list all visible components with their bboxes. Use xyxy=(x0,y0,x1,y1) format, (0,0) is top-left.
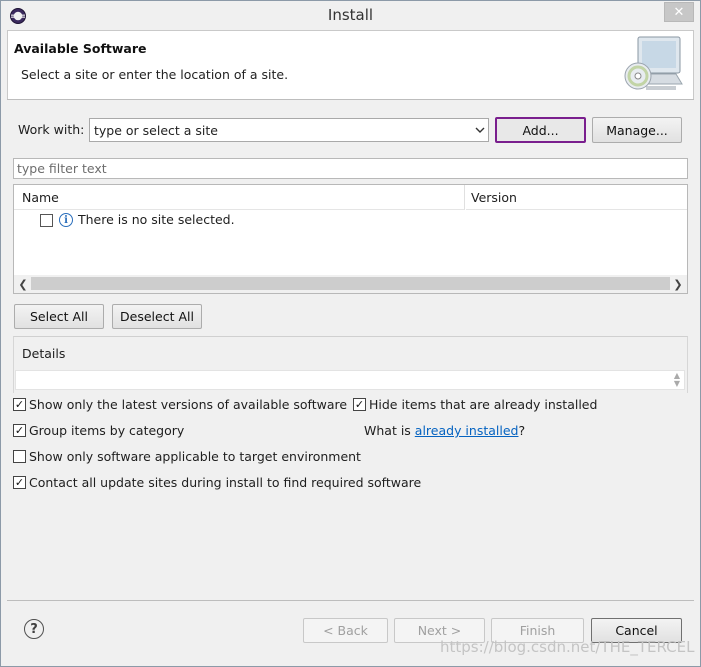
contact-sites-checkbox[interactable]: ✓ xyxy=(13,476,26,489)
add-button[interactable]: Add... xyxy=(495,117,586,143)
select-all-button[interactable]: Select All xyxy=(14,304,104,329)
close-button[interactable]: ✕ xyxy=(664,2,694,22)
check-icon: ✓ xyxy=(14,398,25,411)
info-icon: i xyxy=(59,213,73,227)
work-with-combo[interactable]: type or select a site xyxy=(89,118,489,142)
filter-input[interactable]: type filter text xyxy=(13,158,688,179)
column-version-label: Version xyxy=(471,190,517,205)
manage-button-label: Manage... xyxy=(606,122,668,138)
scrollbar-thumb[interactable] xyxy=(31,277,670,290)
finish-button-label: Finish xyxy=(519,623,556,638)
filter-placeholder: type filter text xyxy=(17,161,107,176)
header-separator xyxy=(7,99,694,100)
software-tree[interactable]: Name Version i There is no site selected… xyxy=(13,184,688,294)
scroll-left-icon[interactable]: ❮ xyxy=(15,276,31,292)
details-text xyxy=(15,370,685,390)
target-env-label[interactable]: Show only software applicable to target … xyxy=(29,449,361,464)
check-icon: ✓ xyxy=(354,398,365,411)
back-button[interactable]: < Back xyxy=(303,618,388,643)
hide-installed-label[interactable]: Hide items that are already installed xyxy=(369,397,597,412)
group-by-category-checkbox[interactable]: ✓ xyxy=(13,424,26,437)
window-title: Install xyxy=(327,6,374,24)
manage-button[interactable]: Manage... xyxy=(592,117,682,143)
hide-installed-checkbox[interactable]: ✓ xyxy=(353,398,366,411)
cancel-button-label: Cancel xyxy=(615,623,658,638)
column-header-version[interactable]: Version xyxy=(466,185,687,210)
contact-sites-label[interactable]: Contact all update sites during install … xyxy=(29,475,421,490)
deselect-all-label: Deselect All xyxy=(120,309,194,324)
tree-row-label: There is no site selected. xyxy=(78,212,235,227)
work-with-label: Work with: xyxy=(18,122,85,137)
page-title: Available Software xyxy=(14,41,147,56)
help-icon[interactable]: ? xyxy=(24,619,44,639)
scroll-right-icon[interactable]: ❯ xyxy=(670,276,686,292)
horizontal-scrollbar[interactable]: ❮ ❯ xyxy=(14,275,687,293)
work-with-value: type or select a site xyxy=(94,123,218,138)
what-is-installed-text: What is already installed? xyxy=(364,423,525,438)
check-icon: ✓ xyxy=(14,476,25,489)
check-icon: ✓ xyxy=(14,424,25,437)
close-icon: ✕ xyxy=(673,4,685,20)
add-button-label: Add... xyxy=(522,122,559,138)
target-env-checkbox[interactable] xyxy=(13,450,26,463)
page-subtitle: Select a site or enter the location of a… xyxy=(21,67,289,82)
details-scroll-icon[interactable]: ▲ ▼ xyxy=(672,372,682,388)
chevron-down-icon[interactable] xyxy=(473,121,487,139)
next-button-label: Next > xyxy=(417,623,462,638)
watermark-text: https://blog.csdn.net/THE_TERCEL xyxy=(440,638,695,656)
install-banner-icon xyxy=(624,36,683,90)
details-label: Details xyxy=(19,346,69,361)
title-bar: Install ✕ xyxy=(1,1,700,31)
install-dialog: Install ✕ xyxy=(0,0,701,667)
select-all-label: Select All xyxy=(29,309,89,324)
latest-versions-label[interactable]: Show only the latest versions of availab… xyxy=(29,397,347,412)
group-by-category-label[interactable]: Group items by category xyxy=(29,423,184,438)
what-is-suffix: ? xyxy=(518,423,526,438)
column-name-label: Name xyxy=(22,190,59,205)
latest-versions-checkbox[interactable]: ✓ xyxy=(13,398,26,411)
back-button-label: < Back xyxy=(323,623,368,638)
column-header-name[interactable]: Name xyxy=(14,185,465,210)
footer-separator xyxy=(7,600,694,601)
what-is-prefix: What is xyxy=(364,423,415,438)
already-installed-link[interactable]: already installed xyxy=(415,423,519,438)
tree-row-checkbox[interactable] xyxy=(40,214,53,227)
deselect-all-button[interactable]: Deselect All xyxy=(112,304,202,329)
